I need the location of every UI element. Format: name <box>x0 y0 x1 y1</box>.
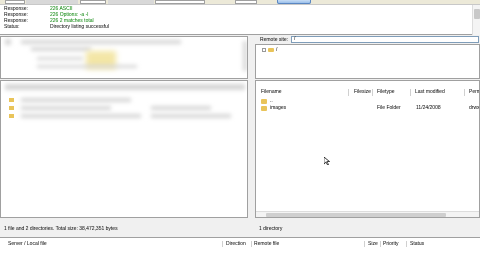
log-line: Status: Directory listing successful <box>4 24 109 30</box>
blurred-content <box>21 40 181 44</box>
blurred-content <box>21 98 131 102</box>
local-directory-tree[interactable] <box>0 36 248 79</box>
file-row-parent[interactable]: .. <box>256 98 479 105</box>
column-separator[interactable] <box>251 241 252 247</box>
local-file-list[interactable] <box>0 80 248 218</box>
file-name: images <box>270 105 287 111</box>
queue-header-remote-file[interactable]: Remote file <box>254 241 279 247</box>
password-field[interactable] <box>155 0 205 4</box>
mouse-cursor-icon <box>324 157 330 165</box>
folder-icon <box>261 106 267 111</box>
folder-icon <box>9 114 14 118</box>
column-header-filetype[interactable]: Filetype <box>375 88 395 97</box>
username-field[interactable] <box>80 0 106 4</box>
folder-icon <box>268 48 274 52</box>
column-separator[interactable] <box>348 89 349 96</box>
column-separator[interactable] <box>364 241 365 247</box>
remote-horizontal-scrollbar[interactable] <box>256 211 479 217</box>
column-separator[interactable] <box>406 241 407 247</box>
blurred-content <box>37 57 83 60</box>
log-tag: Status: <box>4 24 20 30</box>
quickconnect-button[interactable] <box>277 0 311 4</box>
file-row-images[interactable]: images File Folder 11/24/2008 drwx <box>256 105 480 112</box>
column-separator[interactable] <box>410 89 411 96</box>
column-separator[interactable] <box>372 89 373 96</box>
queue-header-direction[interactable]: Direction <box>226 241 246 247</box>
tree-root-label[interactable]: / <box>276 47 277 53</box>
tree-expander-icon[interactable] <box>262 48 266 52</box>
local-status-text: 1 file and 2 directories. Total size: 38… <box>4 226 118 232</box>
password-label <box>108 0 154 4</box>
blurred-content <box>37 65 137 68</box>
log-scroll-thumb[interactable] <box>474 9 480 19</box>
remote-site-input[interactable]: / <box>291 36 479 43</box>
blurred-content <box>21 106 111 110</box>
queue-header-server-local-file[interactable]: Server / Local file <box>8 241 47 247</box>
remote-site-bar: Remote site: / <box>255 36 480 44</box>
blurred-content <box>151 114 231 118</box>
remote-scroll-thumb[interactable] <box>266 213 446 217</box>
folder-icon <box>9 106 14 110</box>
blurred-content <box>5 84 245 90</box>
remote-status-text: 1 directory <box>259 226 283 232</box>
file-permissions: drwx <box>469 105 480 111</box>
file-type: File Folder <box>377 105 401 111</box>
remote-directory-tree[interactable]: / <box>255 44 480 79</box>
blurred-content <box>21 114 141 118</box>
blurred-content <box>151 106 211 110</box>
queue-header-status[interactable]: Status <box>410 241 424 247</box>
log-scrollbar[interactable] <box>472 5 480 35</box>
column-separator[interactable] <box>222 241 223 247</box>
column-header-permissions[interactable]: Perm <box>467 88 479 97</box>
blurred-content <box>5 39 11 45</box>
folder-icon <box>9 98 14 102</box>
column-separator[interactable] <box>464 89 465 96</box>
column-separator[interactable] <box>380 241 381 247</box>
queue-header-priority[interactable]: Priority <box>383 241 399 247</box>
column-header-last-modified[interactable]: Last modified <box>413 88 445 97</box>
log-message: Directory listing successful <box>50 24 109 30</box>
remote-file-list[interactable]: Filename Filesize Filetype Last modified… <box>255 80 480 218</box>
file-modified: 11/24/2008 <box>416 105 441 111</box>
host-field[interactable] <box>5 0 25 4</box>
blurred-content <box>243 41 247 71</box>
column-header-filesize[interactable]: Filesize <box>352 88 371 97</box>
folder-icon <box>261 99 267 104</box>
column-header-filename[interactable]: Filename <box>259 88 282 97</box>
remote-site-label: Remote site: <box>260 37 289 43</box>
message-log: Response: 226 ASCII Response: 226 Options:… <box>0 5 480 35</box>
queue-header-size[interactable]: Size <box>368 241 378 247</box>
blurred-content <box>31 47 91 51</box>
username-label <box>26 0 78 4</box>
transfer-queue[interactable]: Server / Local file Direction Remote fil… <box>0 237 480 270</box>
file-name: .. <box>270 98 273 104</box>
port-field[interactable] <box>235 0 257 4</box>
